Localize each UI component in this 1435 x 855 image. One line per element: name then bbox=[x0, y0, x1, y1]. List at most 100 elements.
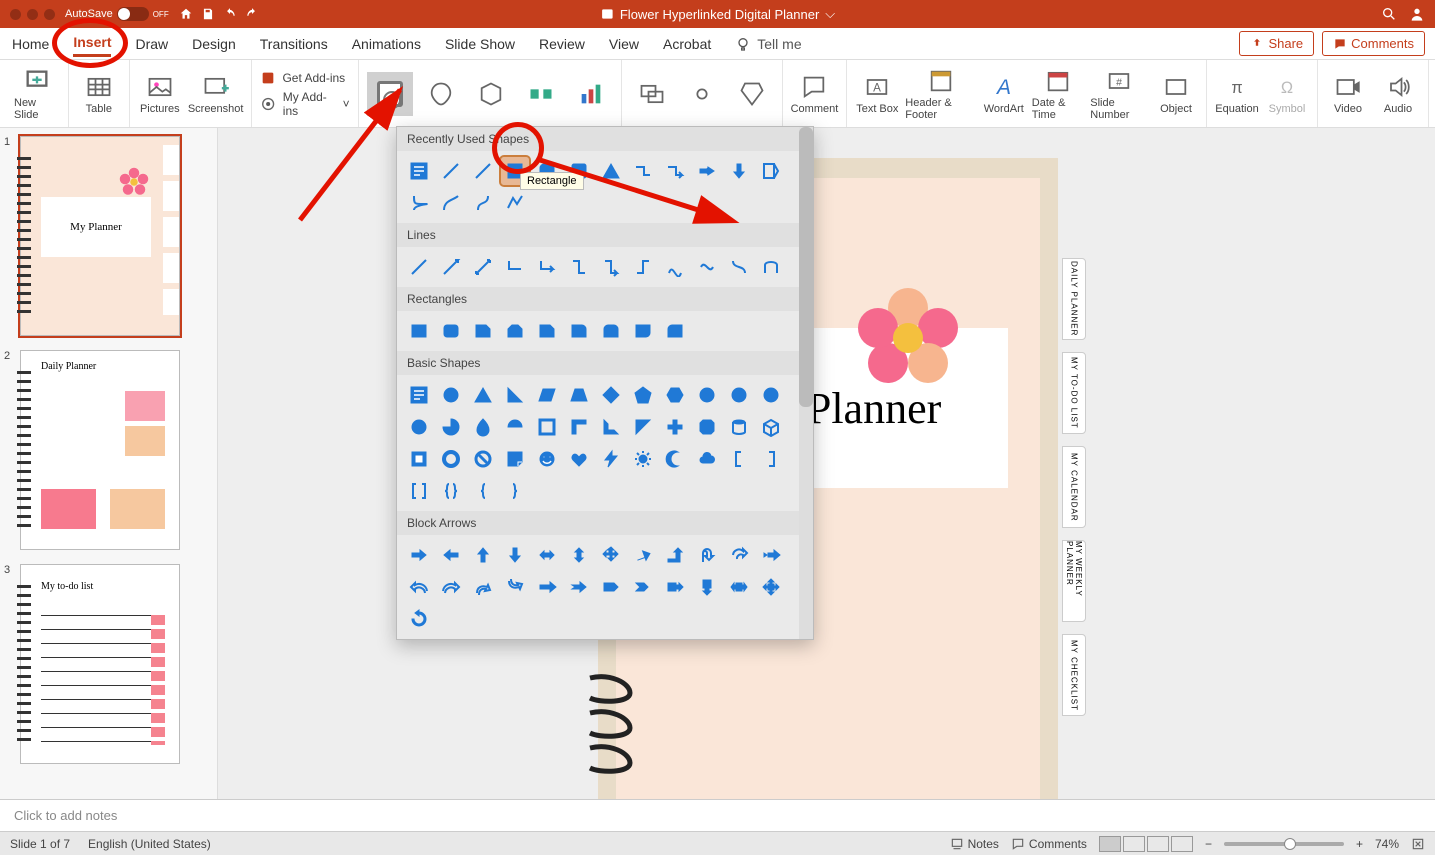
basic-diamond[interactable] bbox=[597, 381, 625, 409]
rect3[interactable] bbox=[469, 317, 497, 345]
shapes-button[interactable] bbox=[367, 72, 413, 116]
video-button[interactable]: Video bbox=[1326, 73, 1370, 115]
shape-curve3[interactable] bbox=[469, 189, 497, 217]
shape-curve2[interactable] bbox=[437, 189, 465, 217]
shapes-dropdown[interactable]: Recently Used Shapes Lines Rectangles bbox=[396, 126, 814, 640]
redo-icon[interactable] bbox=[245, 7, 259, 21]
table-button[interactable]: Table bbox=[77, 73, 121, 115]
slide-indicator[interactable]: Slide 1 of 7 bbox=[10, 837, 70, 851]
zoom-out[interactable]: − bbox=[1205, 837, 1212, 851]
basic-brackets[interactable] bbox=[405, 477, 433, 505]
arrow-lr[interactable] bbox=[533, 541, 561, 569]
rect6[interactable] bbox=[565, 317, 593, 345]
arrow-pentagon[interactable] bbox=[597, 573, 625, 601]
shape-elbow5[interactable] bbox=[629, 253, 657, 281]
basic-parallelogram[interactable] bbox=[533, 381, 561, 409]
shape-curved4[interactable] bbox=[757, 253, 785, 281]
shape-textbox[interactable] bbox=[405, 157, 433, 185]
action-button[interactable] bbox=[730, 80, 774, 108]
scrollbar[interactable] bbox=[799, 127, 813, 639]
arrow-left[interactable] bbox=[437, 541, 465, 569]
language-indicator[interactable]: English (United States) bbox=[88, 837, 211, 851]
shape-elbow1[interactable] bbox=[501, 253, 529, 281]
tab-insert[interactable]: Insert bbox=[73, 30, 111, 57]
arrow-ud[interactable] bbox=[565, 541, 593, 569]
basic-moon[interactable] bbox=[661, 445, 689, 473]
audio-button[interactable]: Audio bbox=[1376, 73, 1420, 115]
icons-button[interactable] bbox=[419, 80, 463, 108]
tab-acrobat[interactable]: Acrobat bbox=[663, 32, 711, 56]
shape-curve1[interactable] bbox=[405, 189, 433, 217]
arrow-curved-d[interactable] bbox=[501, 573, 529, 601]
arrow-striped[interactable] bbox=[533, 573, 561, 601]
shape-line[interactable] bbox=[437, 157, 465, 185]
shape-line-b[interactable] bbox=[437, 253, 465, 281]
shape-elbow3[interactable] bbox=[565, 253, 593, 281]
arrow-notched[interactable] bbox=[757, 541, 785, 569]
shape-triangle[interactable] bbox=[597, 157, 625, 185]
arrow-chevron[interactable] bbox=[629, 573, 657, 601]
link-button[interactable] bbox=[680, 80, 724, 108]
basic-heart[interactable] bbox=[565, 445, 593, 473]
basic-hexagon[interactable] bbox=[661, 381, 689, 409]
slide-thumbnails[interactable]: 1 My Planner 2 Daily Planner 3 My to-do … bbox=[0, 128, 218, 799]
tab-home[interactable]: Home bbox=[12, 32, 49, 56]
zoom-slider[interactable] bbox=[1224, 842, 1344, 846]
basic-rtriangle[interactable] bbox=[501, 381, 529, 409]
basic-cloud[interactable] bbox=[693, 445, 721, 473]
shape-connector[interactable] bbox=[629, 157, 657, 185]
shape-line2[interactable] bbox=[469, 157, 497, 185]
rect2[interactable] bbox=[437, 317, 465, 345]
basic-chord[interactable] bbox=[501, 413, 529, 441]
tab-view[interactable]: View bbox=[609, 32, 639, 56]
basic-trapezoid[interactable] bbox=[565, 381, 593, 409]
account-icon[interactable] bbox=[1409, 6, 1425, 22]
arrow-callout-d[interactable] bbox=[693, 573, 721, 601]
rect1[interactable] bbox=[405, 317, 433, 345]
tab-draw[interactable]: Draw bbox=[135, 32, 168, 56]
basic-circle[interactable] bbox=[437, 381, 465, 409]
basic-pentagon[interactable] bbox=[629, 381, 657, 409]
toggle-icon[interactable] bbox=[117, 7, 149, 21]
basic-lightning[interactable] bbox=[597, 445, 625, 473]
get-addins-button[interactable]: Get Add-ins bbox=[260, 70, 349, 86]
thumbnail-1[interactable]: 1 My Planner bbox=[4, 136, 213, 336]
new-slide-button[interactable]: New Slide bbox=[14, 67, 60, 121]
basic-pie[interactable] bbox=[437, 413, 465, 441]
basic-donut[interactable] bbox=[437, 445, 465, 473]
tab-design[interactable]: Design bbox=[192, 32, 236, 56]
comments-button[interactable]: Comments bbox=[1322, 31, 1425, 56]
tell-me[interactable]: Tell me bbox=[735, 36, 801, 52]
status-comments[interactable]: Comments bbox=[1011, 837, 1087, 851]
header-footer-button[interactable]: Header & Footer bbox=[905, 67, 975, 121]
search-icon[interactable] bbox=[1381, 6, 1397, 22]
basic-lbracket[interactable] bbox=[725, 445, 753, 473]
tab-slideshow[interactable]: Slide Show bbox=[445, 32, 515, 56]
fit-icon[interactable] bbox=[1411, 837, 1425, 851]
slidenumber-button[interactable]: #Slide Number bbox=[1090, 67, 1148, 121]
basic-lframe[interactable] bbox=[565, 413, 593, 441]
basic-can[interactable] bbox=[725, 413, 753, 441]
thumbnail-3[interactable]: 3 My to-do list bbox=[4, 564, 213, 764]
arrow-callout-quad[interactable] bbox=[757, 573, 785, 601]
basic-heptagon[interactable]: 7 bbox=[693, 381, 721, 409]
home-icon[interactable] bbox=[179, 7, 193, 21]
basic-octagon[interactable]: 8 bbox=[725, 381, 753, 409]
thumbnail-2[interactable]: 2 Daily Planner bbox=[4, 350, 213, 550]
arrow-curved-r[interactable] bbox=[725, 541, 753, 569]
my-addins-button[interactable]: My Add-ins ˅ bbox=[260, 90, 349, 118]
basic-corner[interactable] bbox=[629, 413, 657, 441]
basic-textbox[interactable] bbox=[405, 381, 433, 409]
tab-transitions[interactable]: Transitions bbox=[260, 32, 328, 56]
zoom-level[interactable]: 74% bbox=[1375, 837, 1399, 851]
comment-insert-button[interactable]: Comment bbox=[791, 73, 839, 115]
shape-elbow4[interactable] bbox=[597, 253, 625, 281]
arrow-notched2[interactable] bbox=[565, 573, 593, 601]
autosave-toggle[interactable]: AutoSave OFF bbox=[65, 7, 169, 21]
arrow-quad[interactable] bbox=[597, 541, 625, 569]
window-controls[interactable] bbox=[0, 9, 65, 20]
rect5[interactable] bbox=[533, 317, 561, 345]
chevron-down-icon[interactable]: ⌵ bbox=[825, 6, 835, 22]
shape-curved1[interactable] bbox=[661, 253, 689, 281]
arrow-callout-r[interactable] bbox=[661, 573, 689, 601]
